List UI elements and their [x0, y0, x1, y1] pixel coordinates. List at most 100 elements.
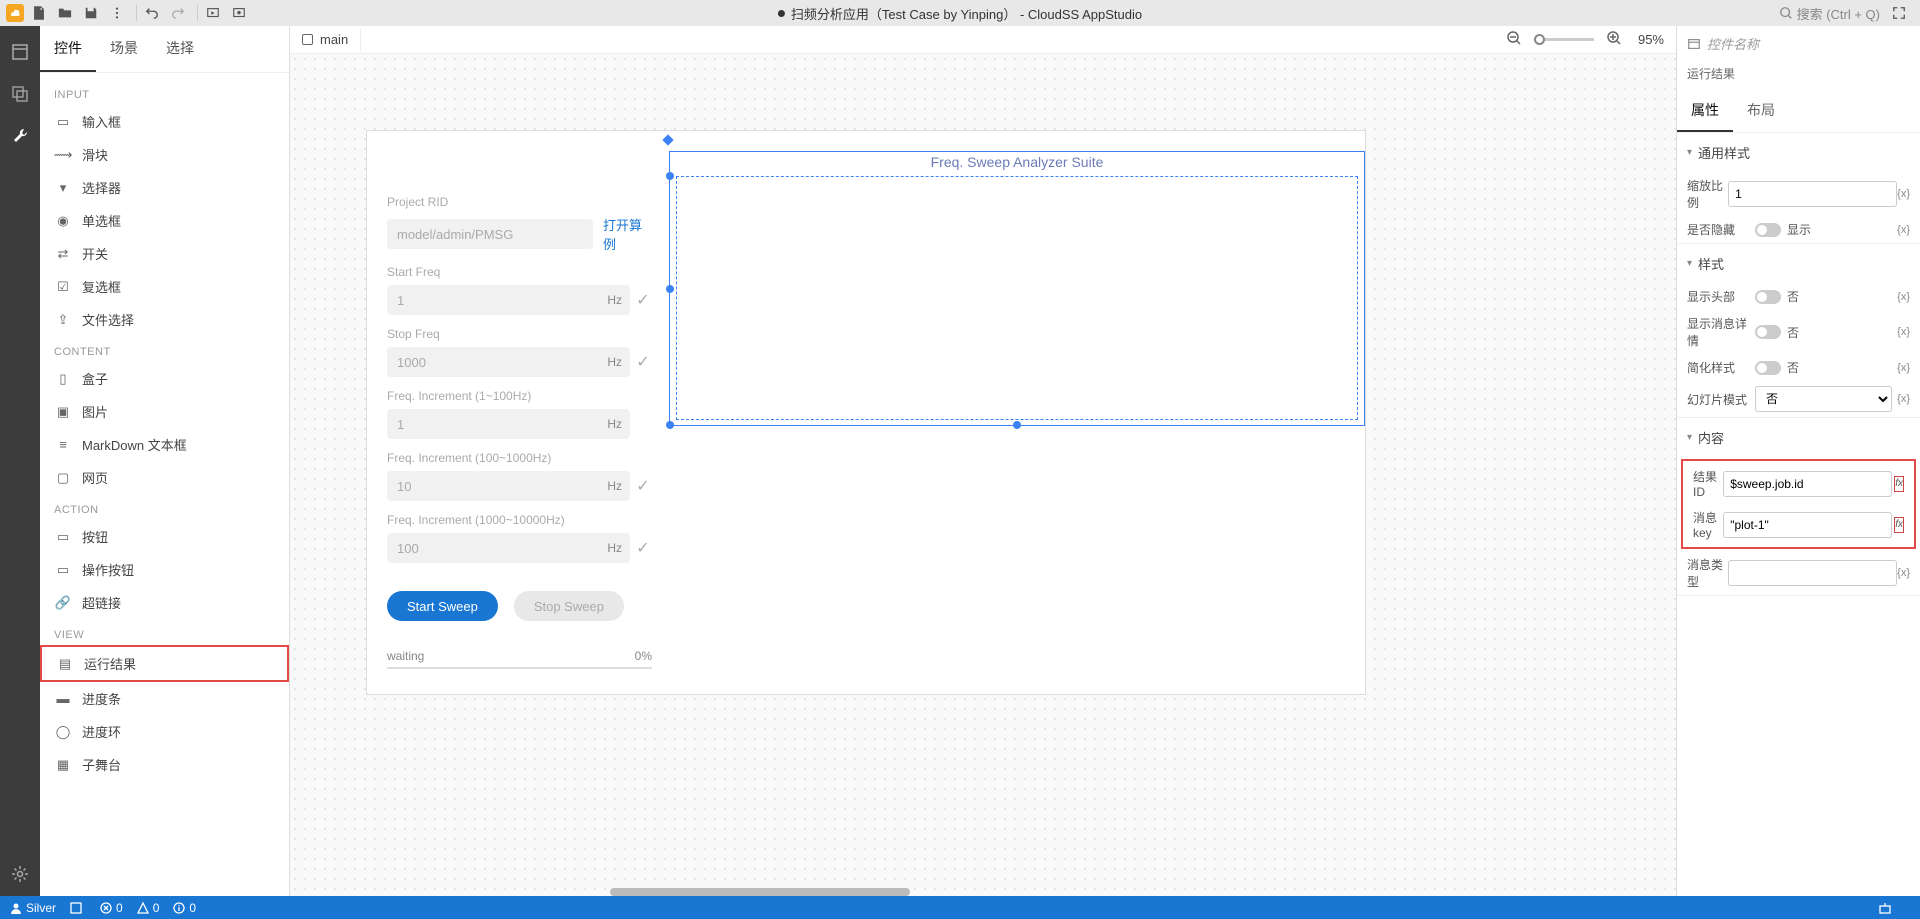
handle-left-top[interactable] — [666, 172, 674, 180]
slide-select[interactable]: 否 — [1755, 386, 1892, 412]
zoom-out-icon[interactable] — [1506, 30, 1522, 49]
file-icon: ⇪ — [54, 311, 72, 329]
handle-left-mid[interactable] — [666, 285, 674, 293]
handle-bottom-mid[interactable] — [1013, 421, 1021, 429]
stage[interactable]: Project RID 打开算例 Start Freq Hz✓ Stop Fre… — [366, 130, 1366, 695]
widget-file[interactable]: ⇪文件选择 — [40, 303, 289, 336]
info-count[interactable]: 0 — [173, 901, 196, 915]
hz-unit: Hz — [599, 471, 630, 501]
open-file-icon[interactable] — [54, 2, 76, 24]
inc1-input[interactable] — [387, 409, 599, 439]
user-badge[interactable]: Silver — [10, 901, 56, 915]
widget-slider[interactable]: ⟿滑块 — [40, 138, 289, 171]
more-icon[interactable] — [106, 2, 128, 24]
inc3-input[interactable] — [387, 533, 599, 563]
widget-image[interactable]: ▣图片 — [40, 395, 289, 428]
fx-icon[interactable]: {x} — [1892, 393, 1910, 405]
widget-progress-ring[interactable]: ◯进度环 — [40, 715, 289, 748]
preview-icon[interactable] — [202, 2, 224, 24]
result-id-label: 结果 ID — [1693, 468, 1723, 499]
fx-button[interactable]: fx — [1894, 476, 1904, 492]
widget-select[interactable]: ▾选择器 — [40, 171, 289, 204]
widget-inner — [676, 176, 1358, 420]
canvas-tab-main[interactable]: main — [290, 28, 361, 51]
tab-widgets[interactable]: 控件 — [40, 26, 96, 72]
open-case-link[interactable]: 打开算例 — [603, 215, 652, 253]
start-sweep-button[interactable]: Start Sweep — [387, 591, 498, 621]
widget-result[interactable]: ▤运行结果 — [40, 645, 289, 682]
widget-box[interactable]: ▯盒子 — [40, 362, 289, 395]
action-button-icon: ▭ — [54, 561, 72, 579]
hidden-toggle[interactable] — [1755, 223, 1781, 237]
undo-icon[interactable] — [141, 2, 163, 24]
app-logo-icon[interactable] — [6, 4, 24, 22]
stop-freq-input[interactable] — [387, 347, 599, 377]
zoom-controls: 95% — [1500, 30, 1676, 49]
fx-icon[interactable]: {x} — [1892, 326, 1910, 338]
canvas[interactable]: Project RID 打开算例 Start Freq Hz✓ Stop Fre… — [290, 54, 1676, 896]
error-count[interactable]: 0 — [100, 901, 123, 915]
result-id-input[interactable] — [1723, 471, 1892, 497]
tab-scenes[interactable]: 场景 — [96, 26, 152, 72]
zoom-slider[interactable] — [1534, 38, 1594, 41]
rail-settings-icon[interactable] — [6, 860, 34, 888]
simple-toggle[interactable] — [1755, 361, 1781, 375]
msg-key-input[interactable] — [1723, 512, 1892, 538]
check-icon: ✓ — [634, 290, 652, 310]
new-file-icon[interactable] — [28, 2, 50, 24]
check-icon: ✓ — [634, 352, 652, 372]
save-icon[interactable] — [80, 2, 102, 24]
rail-pages-icon[interactable] — [6, 38, 34, 66]
fx-icon[interactable]: {x} — [1892, 362, 1910, 374]
widget-input[interactable]: ▭输入框 — [40, 105, 289, 138]
widget-markdown[interactable]: ≡MarkDown 文本框 — [40, 428, 289, 461]
handle-left-bottom[interactable] — [666, 421, 674, 429]
section-content-toggle[interactable]: ▾内容 — [1677, 418, 1920, 457]
show-msg-toggle[interactable] — [1755, 325, 1781, 339]
widget-substage[interactable]: ▦子舞台 — [40, 748, 289, 781]
widget-switch[interactable]: ⇄开关 — [40, 237, 289, 270]
widget-progress-bar[interactable]: ▬进度条 — [40, 682, 289, 715]
h-scrollbar[interactable] — [610, 888, 910, 896]
substage-icon: ▦ — [54, 756, 72, 774]
fx-icon[interactable]: {x} — [1892, 291, 1910, 303]
inc2-input[interactable] — [387, 471, 599, 501]
stop-sweep-button[interactable]: Stop Sweep — [514, 591, 624, 621]
tab-select[interactable]: 选择 — [152, 26, 208, 72]
widget-radio[interactable]: ◉单选框 — [40, 204, 289, 237]
redo-icon[interactable] — [167, 2, 189, 24]
tab-icon — [302, 34, 313, 45]
section-general-toggle[interactable]: ▾通用样式 — [1677, 133, 1920, 172]
scale-input[interactable] — [1728, 181, 1897, 207]
notification-icon[interactable] — [1878, 901, 1896, 915]
tab-layout[interactable]: 布局 — [1733, 90, 1789, 132]
rotate-handle[interactable] — [662, 134, 673, 145]
widget-link[interactable]: 🔗超链接 — [40, 586, 289, 619]
fx-icon[interactable]: {x} — [1897, 567, 1910, 579]
widget-webpage[interactable]: ▢网页 — [40, 461, 289, 494]
section-style-toggle[interactable]: ▾样式 — [1677, 244, 1920, 283]
disk-icon[interactable] — [70, 902, 86, 914]
selected-result-widget[interactable]: Freq. Sweep Analyzer Suite — [669, 151, 1365, 426]
hz-unit: Hz — [599, 409, 630, 439]
zoom-in-icon[interactable] — [1606, 30, 1622, 49]
project-rid-input[interactable] — [387, 219, 593, 249]
rail-tools-icon[interactable] — [6, 122, 34, 150]
warn-count[interactable]: 0 — [137, 901, 160, 915]
fullscreen-icon[interactable] — [1888, 2, 1910, 24]
fx-icon[interactable]: {x} — [1897, 188, 1910, 200]
search-input[interactable]: 搜索 (Ctrl + Q) — [1779, 4, 1880, 23]
inc3-label: Freq. Increment (1000~10000Hz) — [387, 513, 652, 527]
widget-name-field[interactable]: 控件名称 — [1677, 26, 1920, 61]
widget-checkbox[interactable]: ☑复选框 — [40, 270, 289, 303]
fx-icon[interactable]: {x} — [1892, 224, 1910, 236]
fx-button[interactable]: fx — [1894, 517, 1904, 533]
run-icon[interactable] — [228, 2, 250, 24]
tab-attr[interactable]: 属性 — [1677, 90, 1733, 132]
widget-button[interactable]: ▭按钮 — [40, 520, 289, 553]
msg-type-input[interactable] — [1728, 560, 1897, 586]
widget-action-button[interactable]: ▭操作按钮 — [40, 553, 289, 586]
start-freq-input[interactable] — [387, 285, 599, 315]
show-header-toggle[interactable] — [1755, 290, 1781, 304]
rail-layers-icon[interactable] — [6, 80, 34, 108]
